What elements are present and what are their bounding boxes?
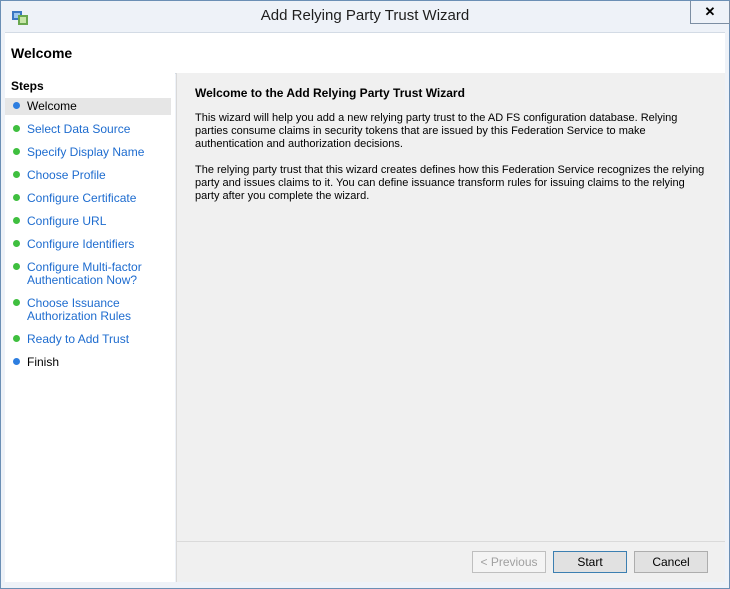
step-done-icon [13, 217, 20, 224]
cancel-button[interactable]: Cancel [634, 551, 708, 573]
steps-sidebar: Steps Welcome Select Data Source Specify… [5, 73, 175, 582]
content-panel: Welcome to the Add Relying Party Trust W… [176, 73, 725, 582]
step-done-icon [13, 240, 20, 247]
step-done-icon [13, 335, 20, 342]
step-finish: Finish [5, 354, 171, 371]
step-label: Configure Identifiers [27, 237, 135, 251]
pending-step-icon [13, 358, 20, 365]
step-ready-to-add-trust[interactable]: Ready to Add Trust [5, 331, 171, 348]
content-heading: Welcome to the Add Relying Party Trust W… [195, 86, 465, 100]
previous-button[interactable]: < Previous [472, 551, 546, 573]
intro-paragraph: This wizard will help you add a new rely… [195, 112, 678, 150]
start-button[interactable]: Start [553, 551, 627, 573]
step-done-icon [13, 148, 20, 155]
step-label: Select Data Source [27, 122, 131, 136]
step-label: Configure Certificate [27, 191, 137, 205]
step-done-icon [13, 171, 20, 178]
step-done-icon [13, 263, 20, 270]
footer-divider [177, 541, 725, 542]
step-label: Choose Profile [27, 168, 106, 182]
step-label: Configure Multi-factor Authentication No… [27, 260, 142, 287]
step-done-icon [13, 194, 20, 201]
step-label: Finish [27, 355, 60, 369]
close-button[interactable]: ✕ [690, 1, 730, 24]
step-label: Ready to Add Trust [27, 332, 130, 346]
step-configure-url[interactable]: Configure URL [5, 213, 171, 230]
step-choose-issuance-authorization-rules[interactable]: Choose Issuance Authorization Rules [5, 295, 171, 325]
page-header: Welcome [5, 32, 725, 74]
step-configure-mfa[interactable]: Configure Multi-factor Authentication No… [5, 259, 171, 289]
steps-title: Steps [11, 79, 44, 93]
close-icon: ✕ [704, 4, 716, 19]
step-done-icon [13, 299, 20, 306]
step-label: Configure URL [27, 214, 107, 228]
page-title: Welcome [11, 45, 73, 61]
step-label: Specify Display Name [27, 145, 145, 159]
wizard-window: Add Relying Party Trust Wizard ✕ Welcome… [0, 0, 730, 589]
step-specify-display-name[interactable]: Specify Display Name [5, 144, 171, 161]
step-welcome: Welcome [5, 98, 171, 115]
step-configure-identifiers[interactable]: Configure Identifiers [5, 236, 171, 253]
window-title: Add Relying Party Trust Wizard [260, 7, 470, 24]
step-select-data-source[interactable]: Select Data Source [5, 121, 171, 138]
step-label: Welcome [27, 99, 77, 113]
step-choose-profile[interactable]: Choose Profile [5, 167, 171, 184]
step-label: Choose Issuance Authorization Rules [27, 296, 132, 323]
current-step-icon [13, 102, 20, 109]
step-done-icon [13, 125, 20, 132]
details-paragraph: The relying party trust that this wizard… [195, 164, 705, 202]
step-configure-certificate[interactable]: Configure Certificate [5, 190, 171, 207]
title-bar[interactable]: Add Relying Party Trust Wizard ✕ [1, 1, 730, 32]
